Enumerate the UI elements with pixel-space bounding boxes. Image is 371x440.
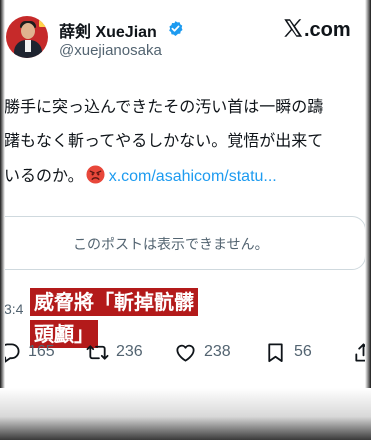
x-logo-icon	[284, 19, 303, 37]
bookmark-icon	[268, 342, 283, 362]
reply-count: 165	[28, 343, 55, 360]
avatar[interactable]	[6, 16, 48, 58]
verified-badge-icon	[169, 21, 183, 36]
tweet-text-line: 勝手に突っ込んできたその汚い首は一瞬の躊	[4, 97, 324, 116]
screen-edge-shadow	[0, 0, 5, 440]
tweet-text-line: 躇もなく斬ってやるしかない。覚悟が出来て	[4, 131, 324, 150]
like-button[interactable]: 238	[174, 340, 231, 364]
tweet-text-line: いるのか。 x.com/asahicom/statu...	[4, 165, 277, 185]
quoted-post-unavailable-text: このポストは表示できません。	[73, 237, 269, 253]
caption-line-1: 威脅將「斬掉骯髒	[30, 288, 198, 316]
retweet-count: 236	[116, 343, 143, 360]
retweet-button[interactable]: 236	[86, 340, 143, 364]
like-count: 238	[204, 343, 231, 360]
reply-button[interactable]: 165	[0, 340, 55, 364]
screen-bottom-shadow	[0, 388, 371, 440]
flag-pin	[39, 20, 46, 27]
user-handle[interactable]: @xuejianosaka	[59, 42, 162, 59]
tweet-card: 薛剣 XueJian @xuejianosaka .com 勝手に突っ込んできた…	[0, 0, 371, 440]
tweet-link[interactable]: x.com/asahicom/statu...	[109, 168, 277, 185]
display-name[interactable]: 薛剣 XueJian	[59, 18, 157, 42]
like-icon	[176, 344, 195, 362]
post-timestamp[interactable]: 3:4	[4, 301, 23, 317]
screen-edge-shadow	[365, 0, 371, 440]
bookmark-count: 56	[294, 343, 312, 360]
angry-face-emoji	[86, 165, 105, 184]
site-label: .com	[304, 19, 351, 41]
bookmark-button[interactable]: 56	[264, 340, 312, 364]
retweet-icon	[86, 344, 109, 360]
